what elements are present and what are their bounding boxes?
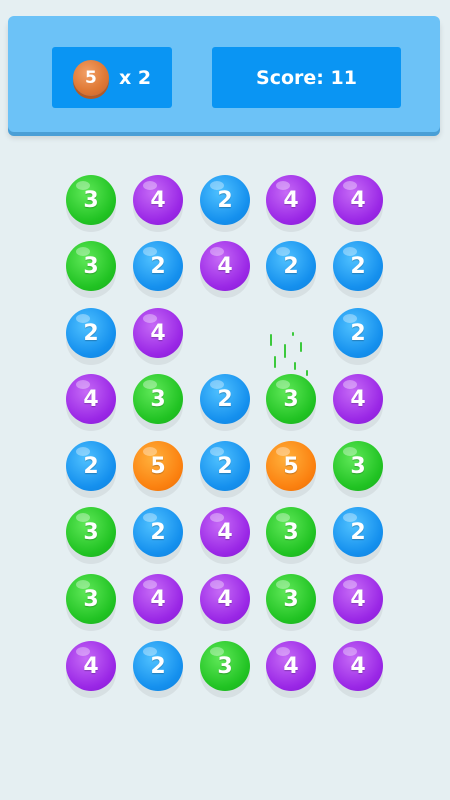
ball-value: 2 [217, 453, 233, 479]
ball-r5-c5[interactable]: 3 [333, 441, 383, 491]
ball-r6-c2[interactable]: 2 [133, 507, 183, 557]
ball-r7-c5[interactable]: 4 [333, 574, 383, 624]
ball-value: 3 [217, 653, 233, 679]
ball-r7-c4[interactable]: 3 [266, 574, 316, 624]
ball-r2-c2[interactable]: 2 [133, 241, 183, 291]
game-board: 3 4 2 4 4 3 2 4 2 2 2 4 2 4 3 2 3 4 2 5 2 5 3 3 2 4 3 2 3 4 4 3 4 4 2 3 4 4 [0, 0, 450, 800]
ball-value: 4 [83, 386, 99, 412]
ball-value: 2 [350, 253, 366, 279]
ball-r4-c2[interactable]: 3 [133, 374, 183, 424]
merge-sparkle-effect [262, 330, 312, 382]
ball-value: 4 [217, 519, 233, 545]
ball-r8-c4[interactable]: 4 [266, 641, 316, 691]
ball-value: 4 [83, 653, 99, 679]
ball-value: 4 [150, 320, 166, 346]
ball-value: 4 [150, 187, 166, 213]
ball-value: 3 [83, 253, 99, 279]
ball-r1-c2[interactable]: 4 [133, 175, 183, 225]
ball-r8-c2[interactable]: 2 [133, 641, 183, 691]
ball-value: 4 [350, 187, 366, 213]
ball-value: 4 [283, 653, 299, 679]
ball-r8-c3[interactable]: 3 [200, 641, 250, 691]
ball-r6-c1[interactable]: 3 [66, 507, 116, 557]
ball-value: 3 [83, 519, 99, 545]
ball-value: 2 [150, 253, 166, 279]
ball-value: 2 [150, 519, 166, 545]
ball-r5-c1[interactable]: 2 [66, 441, 116, 491]
ball-value: 4 [350, 586, 366, 612]
ball-r2-c4[interactable]: 2 [266, 241, 316, 291]
ball-r4-c5[interactable]: 4 [333, 374, 383, 424]
ball-value: 4 [350, 653, 366, 679]
ball-r1-c1[interactable]: 3 [66, 175, 116, 225]
ball-value: 4 [283, 187, 299, 213]
ball-r7-c2[interactable]: 4 [133, 574, 183, 624]
ball-value: 2 [83, 320, 99, 346]
ball-r6-c5[interactable]: 2 [333, 507, 383, 557]
ball-r8-c5[interactable]: 4 [333, 641, 383, 691]
ball-r3-c2[interactable]: 4 [133, 308, 183, 358]
ball-r6-c4[interactable]: 3 [266, 507, 316, 557]
ball-r5-c2[interactable]: 5 [133, 441, 183, 491]
ball-r1-c4[interactable]: 4 [266, 175, 316, 225]
ball-value: 4 [217, 253, 233, 279]
ball-r6-c3[interactable]: 4 [200, 507, 250, 557]
ball-value: 5 [283, 453, 299, 479]
ball-r1-c5[interactable]: 4 [333, 175, 383, 225]
ball-r7-c3[interactable]: 4 [200, 574, 250, 624]
ball-r2-c5[interactable]: 2 [333, 241, 383, 291]
ball-value: 2 [350, 519, 366, 545]
ball-value: 3 [83, 586, 99, 612]
ball-value: 5 [150, 453, 166, 479]
ball-value: 2 [83, 453, 99, 479]
ball-r5-c3[interactable]: 2 [200, 441, 250, 491]
ball-value: 2 [217, 386, 233, 412]
ball-value: 2 [350, 320, 366, 346]
ball-r3-c1[interactable]: 2 [66, 308, 116, 358]
ball-value: 3 [83, 187, 99, 213]
ball-r1-c3[interactable]: 2 [200, 175, 250, 225]
ball-value: 3 [150, 386, 166, 412]
ball-value: 3 [283, 386, 299, 412]
ball-r2-c3[interactable]: 4 [200, 241, 250, 291]
ball-value: 2 [217, 187, 233, 213]
ball-r3-c5[interactable]: 2 [333, 308, 383, 358]
ball-value: 3 [283, 519, 299, 545]
ball-value: 2 [283, 253, 299, 279]
ball-value: 4 [150, 586, 166, 612]
ball-r5-c4[interactable]: 5 [266, 441, 316, 491]
ball-value: 3 [283, 586, 299, 612]
ball-r8-c1[interactable]: 4 [66, 641, 116, 691]
ball-r4-c1[interactable]: 4 [66, 374, 116, 424]
ball-r4-c3[interactable]: 2 [200, 374, 250, 424]
ball-value: 4 [350, 386, 366, 412]
ball-value: 3 [350, 453, 366, 479]
ball-value: 2 [150, 653, 166, 679]
ball-r2-c1[interactable]: 3 [66, 241, 116, 291]
ball-value: 4 [217, 586, 233, 612]
ball-r7-c1[interactable]: 3 [66, 574, 116, 624]
